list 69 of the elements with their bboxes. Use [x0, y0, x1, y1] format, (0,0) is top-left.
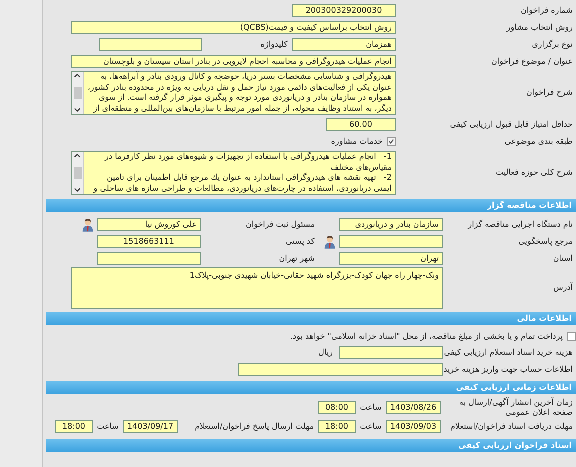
input-field[interactable]: علی کوروش نیا: [97, 218, 201, 231]
field-label: آدرس: [552, 283, 574, 293]
caret-down-icon[interactable]: [73, 107, 82, 114]
activity-item: 2- تهیه نقشه های هیدروگرافی استاندارد به عنوان یك مرجع قابل اطمینان برای تامین ایمنی دریانوردی، استفاده در چارت‌های دریانوردی، مطالعات و طراحی سازه های ساحلی و: [92, 173, 392, 194]
input-field[interactable]: [99, 38, 202, 51]
field-label: کلیدواژه: [260, 40, 289, 49]
input-field[interactable]: روش انتخاب براساس کیفیت و قیمت(QCBS): [71, 21, 396, 34]
field-label: استان: [552, 254, 574, 264]
field-label: ساعت: [96, 422, 120, 431]
field-label: مهلت ارسال پاسخ فراخوان/استعلام: [194, 422, 315, 431]
field-label: مهلت دریافت اسناد فراخوان/استعلام: [450, 422, 574, 432]
field-label: زمان آخرین انتشار آگهی/ارسال به صفحه اعلان عمومی: [458, 398, 574, 417]
caret-up-icon[interactable]: [73, 72, 82, 79]
caret-down-icon[interactable]: [73, 187, 82, 194]
caret-up-icon[interactable]: [73, 152, 82, 159]
input-field[interactable]: ونک-چهار راه جهان کودک-بزرگراه شهید حقانی-خیابان شهیدی جنوبی-پلاک1: [71, 267, 443, 309]
section-header: اطلاعات مناقصه گزار: [46, 199, 576, 212]
checkbox[interactable]: [567, 332, 576, 341]
unit-label: ریال: [318, 348, 333, 357]
field-label: طبقه بندی موضوعی: [504, 136, 574, 146]
text-area[interactable]: [71, 151, 396, 195]
scroll-thumb[interactable]: [74, 87, 82, 99]
input-field[interactable]: 200300329200030: [292, 4, 396, 17]
section-header: اطلاعات زمانی ارزیابی کیفی: [46, 381, 576, 394]
user-icon[interactable]: [324, 234, 336, 248]
field-label: مرجع پاسخگویی: [518, 236, 574, 246]
scrollbar[interactable]: [72, 152, 84, 194]
input-field[interactable]: 1403/08/26: [386, 401, 441, 414]
input-field[interactable]: 08:00: [318, 401, 356, 414]
input-field[interactable]: 60.00: [326, 118, 396, 131]
description-text: هیدروگرافی و شناسایی مشخصات بستر دریا، حوضچه و کانال ورودی بنادر و آبراهه‌ها، به عنوان یکی از فعالیت‌های دائمی مورد نیاز حمل و نقل دریایی به ویژه در محدوده بنادر کشور، همواره در سازمان بنادر و دریانوردی مورد توجه و پیگیری موثر قرار گرفته است. از سوی دیگر، به استناد وظایف محوله، از جمله امور مرتبط با سازمان‌های بین‌المللی و منطقه‌ای از: [86, 72, 393, 114]
input-field[interactable]: 1403/09/17: [123, 420, 178, 433]
input-field[interactable]: انجام عملیات هیدروگرافی و محاسبه احجام لایروبی در بنادر استان سیستان و بلوچستان: [71, 55, 396, 68]
input-field[interactable]: 18:00: [318, 420, 356, 433]
field-label: عنوان / موضوع فراخوان: [490, 56, 574, 66]
field-label: مسئول ثبت فراخوان: [245, 220, 316, 229]
checkbox-label: پرداخت تمام و یا بخشی از مبلغ مناقصه، از محل "اسناد خزانه اسلامی" خواهد بود.: [290, 332, 563, 341]
input-field[interactable]: 1403/09/03: [386, 420, 441, 433]
input-field[interactable]: [238, 363, 443, 376]
user-icon[interactable]: [82, 218, 94, 232]
activity-item: 1- انجام عملیات هیدروگرافی با استفاده از تجهیزات و شیوه‌های مورد نظر کارفرما در مقیاس‌های مختلف: [104, 152, 392, 173]
field-label: روش انتخاب مشاور: [506, 22, 574, 32]
field-label: نام دستگاه اجرایی مناقصه گزار: [466, 220, 574, 230]
input-field[interactable]: تهران: [339, 252, 443, 265]
field-label: حداقل امتیاز قابل قبول ارزیابی کیفی: [449, 120, 574, 130]
input-field[interactable]: [339, 235, 443, 248]
field-label: هزینه خرید اسناد استعلام ارزیابی کیفی: [443, 348, 574, 358]
scroll-thumb[interactable]: [74, 167, 82, 179]
input-field[interactable]: سازمان بنادر و دریانوردی: [339, 218, 443, 231]
field-label: ساعت: [359, 403, 383, 412]
input-field[interactable]: 18:00: [55, 420, 93, 433]
field-label: شهر تهران: [278, 254, 316, 263]
field-label: اطلاعات حساب جهت واریز هزینه خرید: [443, 364, 574, 374]
category-label: خدمات مشاوره: [331, 137, 383, 146]
field-label: شرح فراخوان: [526, 88, 574, 98]
field-label: شرح کلی حوزه فعالیت: [495, 168, 574, 178]
section-header: اسناد فراخوان ارزیابی کیفی: [46, 439, 576, 452]
checkbox[interactable]: [387, 137, 396, 146]
input-field[interactable]: همزمان: [292, 38, 396, 51]
section-header: اطلاعات مالی: [46, 312, 576, 325]
input-field[interactable]: 1518663111: [97, 235, 201, 248]
input-field[interactable]: [339, 346, 443, 359]
field-label: ساعت: [359, 422, 383, 431]
input-field[interactable]: [97, 252, 201, 265]
field-label: کد پستی: [285, 237, 316, 246]
field-label: نوع برگزاری: [531, 40, 574, 50]
field-label: شماره فراخوان: [520, 6, 574, 16]
scrollbar[interactable]: [72, 72, 84, 114]
address-text: ونک-چهار راه جهان کودک-بزرگراه شهید حقانی-خیابان شهیدی جنوبی-پلاک1: [188, 270, 439, 281]
